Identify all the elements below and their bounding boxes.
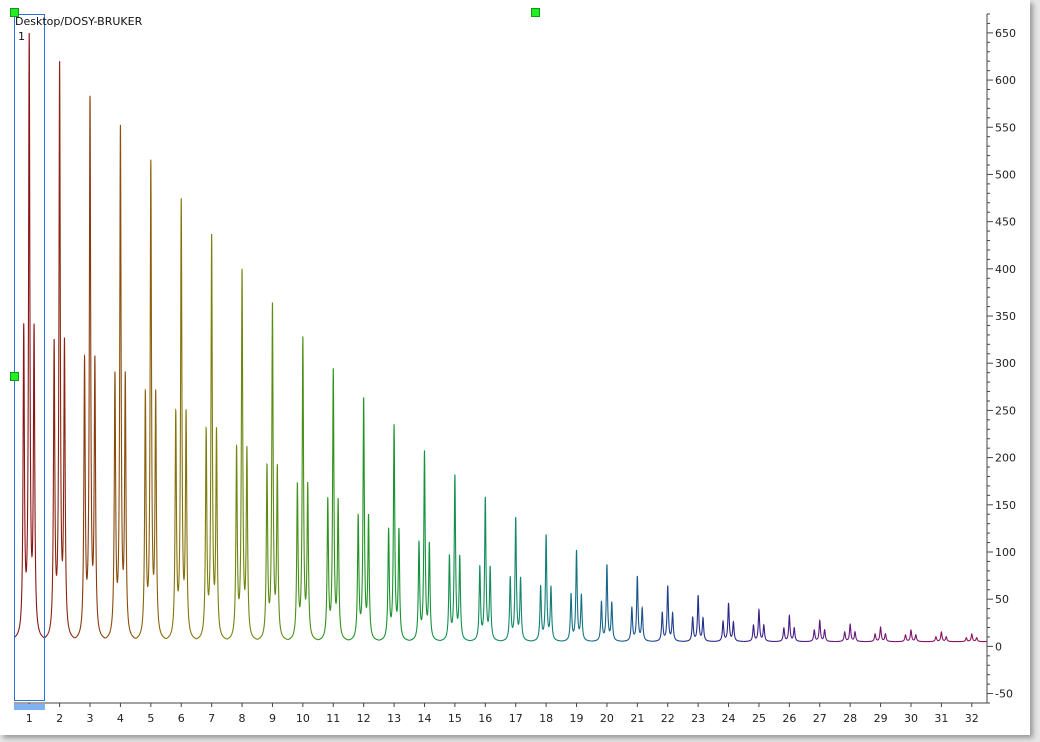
trace-14-line (409, 450, 440, 641)
trace-8-line (226, 268, 258, 640)
trace-17-line (500, 516, 531, 642)
x-tick-label: 23 (691, 712, 705, 725)
trace-20-line (591, 564, 623, 642)
x-tick-label: 24 (722, 712, 736, 725)
trace-19-line (561, 549, 592, 642)
trace-32-line (956, 633, 987, 643)
trace-29-line (865, 626, 896, 643)
resize-handle-middle-left[interactable] (10, 372, 19, 381)
x-tick-label: 29 (874, 712, 888, 725)
y-tick-label: 600 (995, 74, 1016, 87)
trace-15-line (439, 474, 471, 642)
y-tick-label: 0 (995, 640, 1002, 653)
x-tick-label: 5 (147, 712, 154, 725)
trace-25-line (743, 607, 775, 642)
x-tick-label: 21 (630, 712, 644, 725)
plot-lines (13, 33, 987, 643)
y-tick-label: 450 (995, 216, 1016, 229)
y-tick-label: 500 (995, 168, 1016, 181)
y-tick-label: 50 (995, 593, 1009, 606)
x-tick-label: 27 (813, 712, 827, 725)
trace-10-line (287, 336, 319, 641)
trace-7-line (196, 233, 228, 640)
trace-2-line (44, 61, 76, 639)
trace-21-line (622, 575, 653, 642)
y-tick-label: 550 (995, 121, 1016, 134)
x-tick-label: 6 (178, 712, 185, 725)
x-tick-label: 3 (87, 712, 94, 725)
x-tick-label: 8 (239, 712, 246, 725)
trace-5-line (135, 159, 167, 640)
trace-31-line (926, 631, 957, 643)
x-axis: 1 2 3 4 5 6 7 8 9 10 11 12 13 14 15 16 17 18 19 20 21 22 23 24 2… (14, 702, 987, 725)
document-title: Desktop/DOSY-BRUKER (15, 15, 143, 28)
spectrum-chart[interactable]: -50 0 50 100 150 200 250 300 350 400 450 500 550 600 6… (0, 0, 1030, 735)
trace-12-line (348, 397, 380, 641)
x-tick-label: 19 (570, 712, 584, 725)
x-tick-label: 26 (782, 712, 796, 725)
y-tick-label: -50 (995, 688, 1013, 701)
x-tick-label: 9 (269, 712, 276, 725)
trace-9-line (257, 302, 288, 641)
x-tick-label: 12 (357, 712, 371, 725)
y-axis: -50 0 50 100 150 200 250 300 350 400 450 500 550 600 6… (986, 13, 1016, 704)
x-tick-label: 31 (934, 712, 948, 725)
y-tick-label: 300 (995, 357, 1016, 370)
x-tick-label: 16 (478, 712, 492, 725)
x-tick-label: 17 (509, 712, 523, 725)
x-tick-label: 25 (752, 712, 766, 725)
x-tick-label: 13 (387, 712, 401, 725)
y-tick-label: 400 (995, 263, 1016, 276)
trace-6-line (165, 198, 197, 640)
trace-13-line (378, 424, 410, 641)
y-tick-label: 350 (995, 310, 1016, 323)
resize-handle-top-center[interactable] (531, 8, 540, 17)
selected-trace-box[interactable] (14, 14, 45, 701)
y-tick-label: 100 (995, 546, 1016, 559)
y-tick-label: 250 (995, 404, 1016, 417)
x-tick-label: 14 (417, 712, 431, 725)
x-tick-label: 1 (26, 712, 33, 725)
x-tick-label: 20 (600, 712, 614, 725)
resize-handle-top-left[interactable] (10, 8, 19, 17)
x-tick-label: 7 (208, 712, 215, 725)
trace-30-line (895, 629, 927, 643)
trace-18-line (530, 534, 562, 642)
trace-16-line (470, 496, 501, 642)
trace-4-line (104, 124, 136, 639)
x-tick-label: 4 (117, 712, 124, 725)
x-tick-label: 18 (539, 712, 553, 725)
x-tick-label: 15 (448, 712, 462, 725)
chart-panel: -50 0 50 100 150 200 250 300 350 400 450 500 550 600 6… (0, 0, 1030, 735)
x-tick-label: 11 (326, 712, 340, 725)
x-tick-label: 2 (56, 712, 63, 725)
trace-22-line (652, 585, 683, 642)
trace-3-line (74, 95, 106, 639)
selected-trace-marker[interactable] (14, 704, 45, 710)
trace-11-line (317, 368, 349, 641)
x-tick-label: 22 (661, 712, 675, 725)
trace-27-line (804, 618, 835, 643)
x-tick-label: 28 (843, 712, 857, 725)
trace-index-label: 1 (18, 30, 25, 43)
x-tick-label: 30 (904, 712, 918, 725)
trace-28-line (834, 623, 866, 643)
y-tick-label: 650 (995, 27, 1016, 40)
y-tick-label: 150 (995, 499, 1016, 512)
trace-26-line (774, 613, 805, 643)
trace-24-line (713, 602, 744, 642)
x-tick-label: 32 (965, 712, 979, 725)
y-tick-label: 200 (995, 452, 1016, 465)
trace-23-line (682, 595, 714, 642)
x-tick-label: 10 (296, 712, 310, 725)
